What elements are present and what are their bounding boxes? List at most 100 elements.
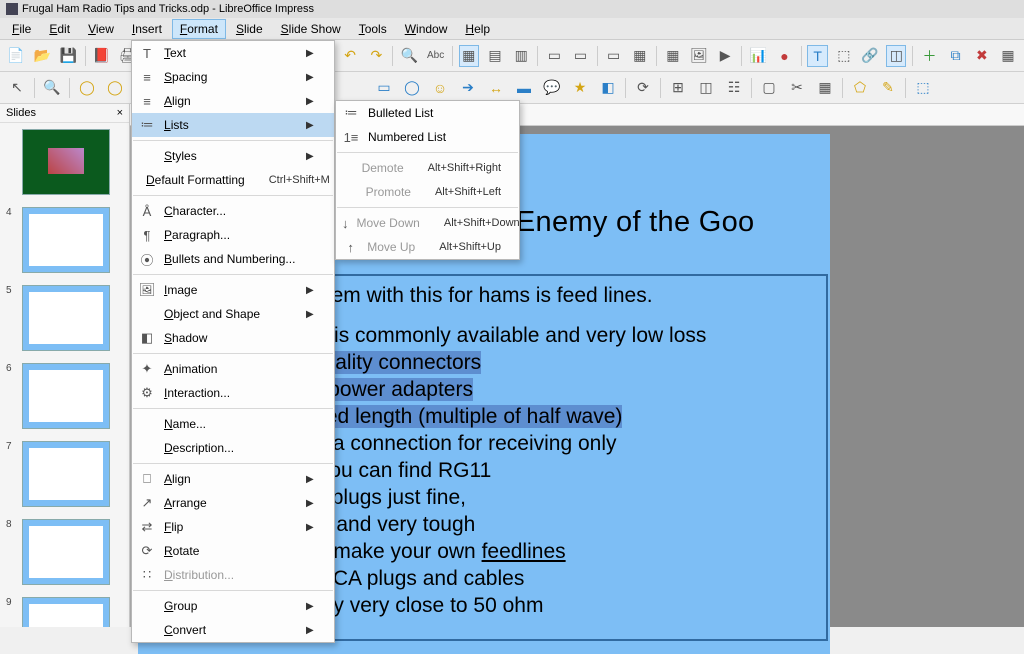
display-views[interactable]: ▭ bbox=[544, 45, 564, 67]
menu-item-description[interactable]: Description... bbox=[132, 436, 334, 460]
start-current-button[interactable]: ▦ bbox=[630, 45, 650, 67]
menu-item-bullets-and-numbering[interactable]: ⦿Bullets and Numbering... bbox=[132, 247, 334, 271]
menu-item-name[interactable]: Name... bbox=[132, 412, 334, 436]
format-menu[interactable]: TText▶≡Spacing▶≡Align▶≔Lists▶ Styles▶Defa… bbox=[131, 40, 335, 643]
new-button[interactable]: 📄 bbox=[6, 45, 26, 67]
dup-slide-button[interactable]: ⧉ bbox=[946, 45, 966, 67]
submenu-item-numbered-list[interactable]: 1≡Numbered List bbox=[336, 125, 519, 149]
menu-item-align[interactable]: ⎕Align▶ bbox=[132, 467, 334, 491]
start-first-button[interactable]: ▭ bbox=[603, 45, 623, 67]
submenu-item-bulleted-list[interactable]: ≔Bulleted List bbox=[336, 101, 519, 125]
save-button[interactable]: 💾 bbox=[58, 45, 78, 67]
spellcheck-button[interactable]: Abc bbox=[426, 45, 446, 67]
align-objects[interactable]: ⊞ bbox=[667, 77, 689, 99]
star-tool[interactable]: ★ bbox=[569, 77, 591, 99]
grid-button[interactable]: ▦ bbox=[459, 45, 479, 67]
menu-item-flip[interactable]: ⇄Flip▶ bbox=[132, 515, 334, 539]
menubar[interactable]: FileEditViewInsertFormatSlideSlide ShowT… bbox=[0, 18, 1024, 40]
helplines-button[interactable]: ▥ bbox=[511, 45, 531, 67]
smiley-tool[interactable]: ☺ bbox=[429, 77, 451, 99]
slide-thumbnail-6[interactable] bbox=[22, 363, 110, 429]
flowchart-tool[interactable]: ▬ bbox=[513, 77, 535, 99]
menu-format[interactable]: Format bbox=[172, 19, 226, 39]
menu-item-object-and-shape[interactable]: Object and Shape▶ bbox=[132, 302, 334, 326]
menu-insert[interactable]: Insert bbox=[124, 19, 170, 39]
slides-panel[interactable]: Slides × 45678910 bbox=[0, 104, 130, 627]
distribute-objects[interactable]: ☷ bbox=[723, 77, 745, 99]
filter-button[interactable]: ▦ bbox=[814, 77, 836, 99]
show-draw-button[interactable]: ◫ bbox=[886, 45, 906, 67]
menu-item-interaction[interactable]: ⚙Interaction... bbox=[132, 381, 334, 405]
menu-item-animation[interactable]: ✦Animation bbox=[132, 357, 334, 381]
rotate-tool[interactable]: ⟳ bbox=[632, 77, 654, 99]
3d-tool[interactable]: ◧ bbox=[597, 77, 619, 99]
insert-object-button[interactable]: ● bbox=[774, 45, 794, 67]
new-slide-button[interactable]: ＋ bbox=[919, 45, 939, 67]
insert-table-button[interactable]: ▦ bbox=[663, 45, 683, 67]
menu-tools[interactable]: Tools bbox=[351, 19, 395, 39]
menu-file[interactable]: File bbox=[4, 19, 39, 39]
undo-button[interactable]: ↶ bbox=[340, 45, 360, 67]
menu-item-group[interactable]: Group▶ bbox=[132, 594, 334, 618]
slide-thumbnail-9[interactable] bbox=[22, 597, 110, 627]
select-tool[interactable]: ↖ bbox=[6, 77, 28, 99]
menu-item-text[interactable]: TText▶ bbox=[132, 41, 334, 65]
slide-thumbnail-4[interactable] bbox=[22, 207, 110, 273]
arrange-objects[interactable]: ◫ bbox=[695, 77, 717, 99]
menu-item-convert[interactable]: Convert▶ bbox=[132, 618, 334, 642]
points-tool[interactable]: ⬠ bbox=[849, 77, 871, 99]
snap-button[interactable]: ▤ bbox=[485, 45, 505, 67]
extrusion-button[interactable]: ⬚ bbox=[912, 77, 934, 99]
menu-view[interactable]: View bbox=[80, 19, 122, 39]
menu-item-shadow[interactable]: ◧Shadow bbox=[132, 326, 334, 350]
menu-item-default-formatting[interactable]: Default FormattingCtrl+Shift+M bbox=[132, 168, 334, 192]
insert-av-button[interactable]: ▶ bbox=[715, 45, 735, 67]
find-button[interactable]: 🔍 bbox=[399, 45, 419, 67]
slide-thumbnail-7[interactable] bbox=[22, 441, 110, 507]
submenu-arrow-icon: ▶ bbox=[306, 601, 316, 612]
slide-thumbnail-8[interactable] bbox=[22, 519, 110, 585]
submenu-item-move-up: ↑Move UpAlt+Shift+Up bbox=[336, 235, 519, 259]
insert-textbox-button[interactable]: T bbox=[807, 45, 827, 67]
slide-thumbnail-3[interactable] bbox=[22, 129, 110, 195]
master-button[interactable]: ▭ bbox=[570, 45, 590, 67]
zoom-tool[interactable]: 🔍 bbox=[41, 77, 63, 99]
insert-image-button[interactable]: 🖼 bbox=[689, 45, 709, 67]
menu-item-align[interactable]: ≡Align▶ bbox=[132, 89, 334, 113]
arrow-tool[interactable]: ➔ bbox=[457, 77, 479, 99]
open-button[interactable]: 📂 bbox=[32, 45, 52, 67]
menu-slide-show[interactable]: Slide Show bbox=[273, 19, 349, 39]
insert-chart-button[interactable]: 📊 bbox=[748, 45, 768, 67]
slide-layout-button[interactable]: ▦ bbox=[998, 45, 1018, 67]
menu-item-paragraph[interactable]: ¶Paragraph... bbox=[132, 223, 334, 247]
menu-item-styles[interactable]: Styles▶ bbox=[132, 144, 334, 168]
menu-help[interactable]: Help bbox=[457, 19, 498, 39]
callout-tool[interactable]: 💬 bbox=[541, 77, 563, 99]
del-slide-button[interactable]: ✖ bbox=[972, 45, 992, 67]
menu-item-spacing[interactable]: ≡Spacing▶ bbox=[132, 65, 334, 89]
menu-item-arrange[interactable]: ↗Arrange▶ bbox=[132, 491, 334, 515]
menu-slide[interactable]: Slide bbox=[228, 19, 271, 39]
line-arrow-tool[interactable]: ↔ bbox=[485, 77, 507, 99]
glue-tool[interactable]: ✎ bbox=[877, 77, 899, 99]
line-color[interactable]: ◯ bbox=[76, 77, 98, 99]
menu-window[interactable]: Window bbox=[397, 19, 456, 39]
ellipse-tool[interactable]: ◯ bbox=[401, 77, 423, 99]
export-pdf-button[interactable]: 📕 bbox=[91, 45, 111, 67]
insert-fontwork-button[interactable]: ⬚ bbox=[834, 45, 854, 67]
shadow-button[interactable]: ▢ bbox=[758, 77, 780, 99]
menu-item-character[interactable]: ÅCharacter... bbox=[132, 199, 334, 223]
menu-item-label: Arrange bbox=[164, 496, 298, 510]
insert-hyperlink-button[interactable]: 🔗 bbox=[860, 45, 880, 67]
slide-thumbnail-5[interactable] bbox=[22, 285, 110, 351]
crop-button[interactable]: ✂ bbox=[786, 77, 808, 99]
rect-tool[interactable]: ▭ bbox=[373, 77, 395, 99]
menu-item-lists[interactable]: ≔Lists▶ bbox=[132, 113, 334, 137]
slides-panel-close[interactable]: × bbox=[117, 107, 123, 119]
fill-color[interactable]: ◯ bbox=[104, 77, 126, 99]
menu-item-image[interactable]: 🖼Image▶ bbox=[132, 278, 334, 302]
lists-submenu[interactable]: ≔Bulleted List1≡Numbered ListDemoteAlt+S… bbox=[335, 100, 520, 260]
redo-button[interactable]: ↷ bbox=[366, 45, 386, 67]
menu-edit[interactable]: Edit bbox=[41, 19, 78, 39]
menu-item-rotate[interactable]: ⟳Rotate bbox=[132, 539, 334, 563]
